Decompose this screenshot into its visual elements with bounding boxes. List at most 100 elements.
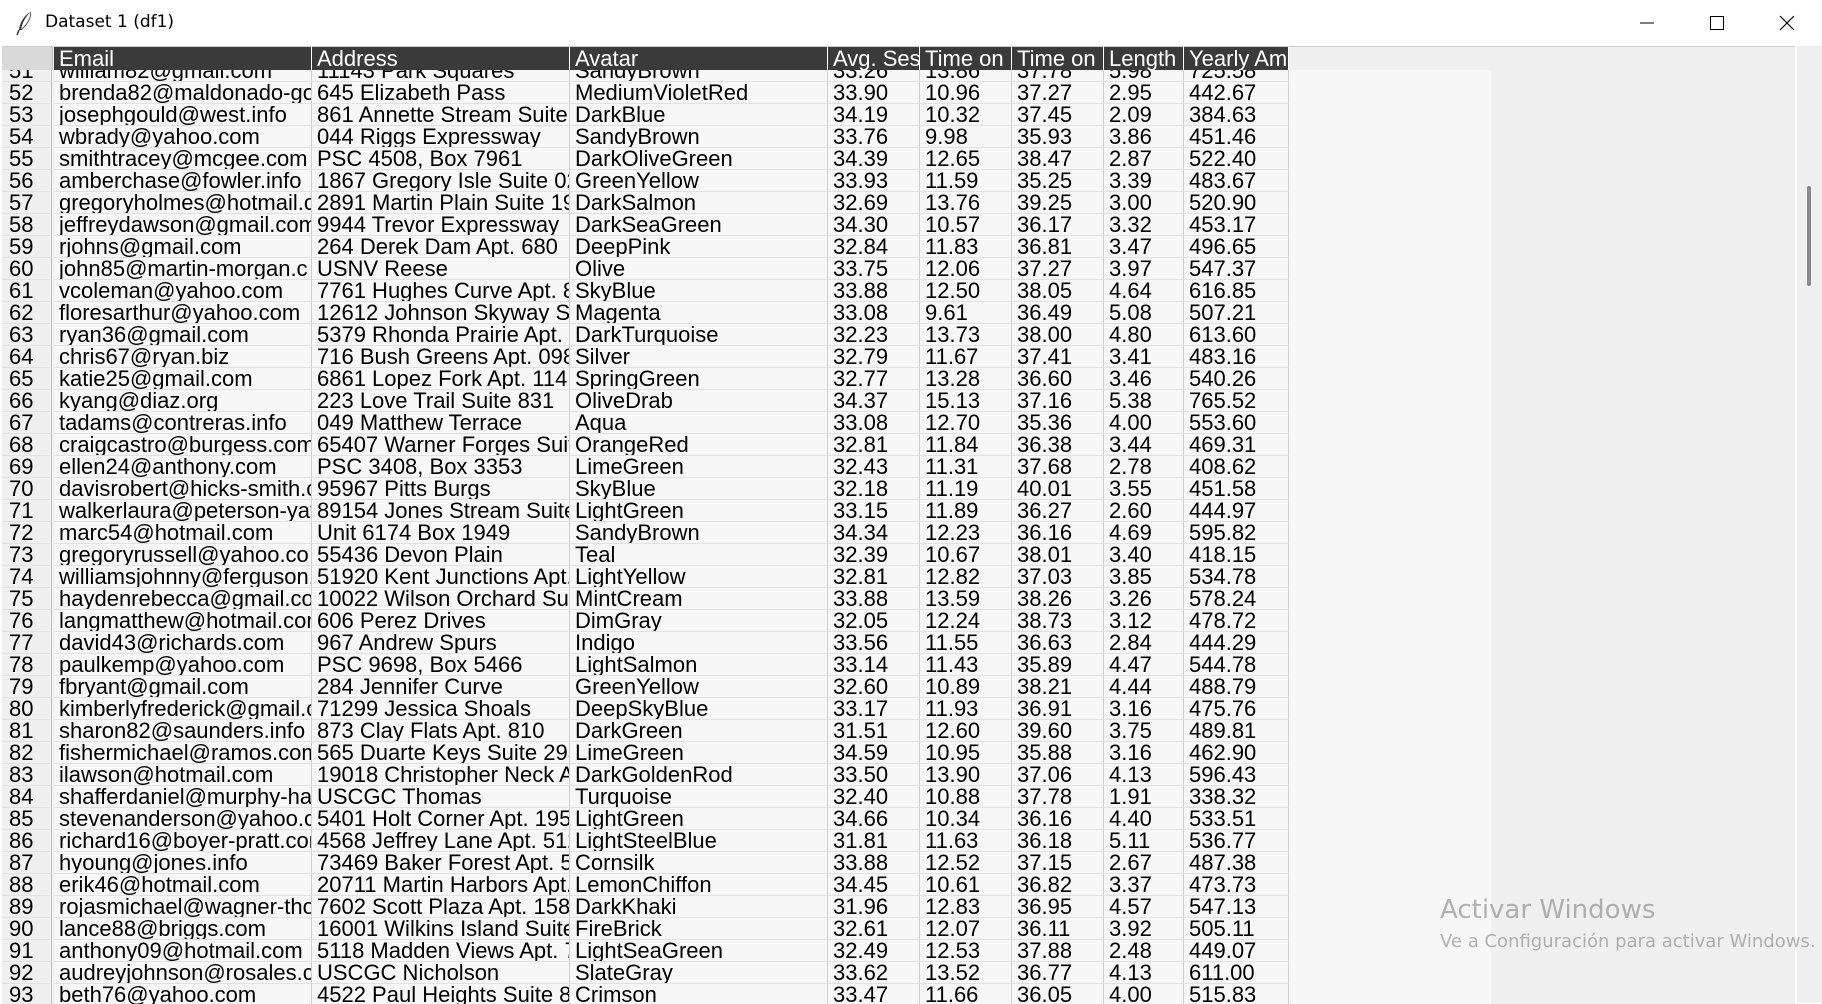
table-cell[interactable]: 3.32 bbox=[1104, 214, 1184, 236]
row-index[interactable]: 62 bbox=[2, 302, 52, 324]
table-cell[interactable]: 284 Jennifer Curve bbox=[312, 676, 570, 698]
table-cell[interactable]: 4.40 bbox=[1104, 808, 1184, 830]
table-cell[interactable]: 35.88 bbox=[1012, 742, 1104, 764]
row-index[interactable]: 92 bbox=[2, 962, 52, 984]
table-cell[interactable]: 1.91 bbox=[1104, 786, 1184, 808]
table-cell[interactable]: MintCream bbox=[570, 588, 828, 610]
table-cell[interactable]: 20711 Martin Harbors Apt. bbox=[312, 874, 570, 896]
table-cell[interactable]: 12612 Johnson Skyway Sui bbox=[312, 302, 570, 324]
row-index[interactable]: 54 bbox=[2, 126, 52, 148]
table-cell[interactable]: Cornsilk bbox=[570, 852, 828, 874]
row-index-column[interactable]: 51 52 53 54 55 56 57 58 59 60 61 62 63 64 65 66 67 68 69 70… bbox=[2, 70, 52, 1004]
row-index[interactable]: 88 bbox=[2, 874, 52, 896]
table-cell[interactable]: 13.90 bbox=[920, 764, 1012, 786]
table-cell[interactable]: LightSeaGreen bbox=[570, 940, 828, 962]
table-row[interactable]: john85@martin-morgan.c USNV Reese Olive 33.… bbox=[54, 258, 1289, 280]
table-cell[interactable]: 873 Clay Flats Apt. 810 bbox=[312, 720, 570, 742]
table-cell[interactable]: chris67@ryan.biz bbox=[54, 346, 312, 368]
table-cell[interactable]: walkerlaura@peterson-yat bbox=[54, 500, 312, 522]
table-cell[interactable]: wbrady@yahoo.com bbox=[54, 126, 312, 148]
table-cell[interactable]: 10.96 bbox=[920, 82, 1012, 104]
table-cell[interactable]: 15.13 bbox=[920, 390, 1012, 412]
table-cell[interactable]: LimeGreen bbox=[570, 742, 828, 764]
table-cell[interactable]: 55436 Devon Plain bbox=[312, 544, 570, 566]
table-cell[interactable]: SandyBrown bbox=[570, 70, 828, 82]
table-cell[interactable]: 12.23 bbox=[920, 522, 1012, 544]
table-cell[interactable]: 616.85 bbox=[1184, 280, 1289, 302]
table-cell[interactable]: 10.67 bbox=[920, 544, 1012, 566]
table-cell[interactable]: 12.70 bbox=[920, 412, 1012, 434]
table-cell[interactable]: PSC 3408, Box 3353 bbox=[312, 456, 570, 478]
table-cell[interactable]: 31.51 bbox=[828, 720, 920, 742]
table-cell[interactable]: 33.15 bbox=[828, 500, 920, 522]
table-cell[interactable]: 12.82 bbox=[920, 566, 1012, 588]
table-row[interactable]: gregoryholmes@hotmail.c 2891 Martin Plain… bbox=[54, 192, 1289, 214]
table-cell[interactable]: Magenta bbox=[570, 302, 828, 324]
table-row[interactable]: fishermichael@ramos.com 565 Duarte Keys S… bbox=[54, 742, 1289, 764]
table-cell[interactable]: 31.96 bbox=[828, 896, 920, 918]
table-cell[interactable]: 4.47 bbox=[1104, 654, 1184, 676]
table-cell[interactable]: 11.19 bbox=[920, 478, 1012, 500]
table-cell[interactable]: 11.43 bbox=[920, 654, 1012, 676]
table-cell[interactable]: 73469 Baker Forest Apt. 5 bbox=[312, 852, 570, 874]
table-cell[interactable]: 11.55 bbox=[920, 632, 1012, 654]
table-cell[interactable]: 3.40 bbox=[1104, 544, 1184, 566]
table-row[interactable]: marc54@hotmail.com Unit 6174 Box 1949 Sand… bbox=[54, 522, 1289, 544]
table-cell[interactable]: 12.06 bbox=[920, 258, 1012, 280]
table-cell[interactable]: 533.51 bbox=[1184, 808, 1289, 830]
table-cell[interactable]: langmatthew@hotmail.com bbox=[54, 610, 312, 632]
table-cell[interactable]: 967 Andrew Spurs bbox=[312, 632, 570, 654]
table-cell[interactable]: 3.12 bbox=[1104, 610, 1184, 632]
table-cell[interactable]: gregoryrussell@yahoo.co bbox=[54, 544, 312, 566]
table-cell[interactable]: 36.16 bbox=[1012, 808, 1104, 830]
table-cell[interactable]: MediumVioletRed bbox=[570, 82, 828, 104]
table-cell[interactable]: 536.77 bbox=[1184, 830, 1289, 852]
table-cell[interactable]: 469.31 bbox=[1184, 434, 1289, 456]
table-cell[interactable]: 36.16 bbox=[1012, 522, 1104, 544]
table-cell[interactable]: 36.81 bbox=[1012, 236, 1104, 258]
table-cell[interactable]: 3.16 bbox=[1104, 698, 1184, 720]
table-cell[interactable]: 264 Derek Dam Apt. 680 bbox=[312, 236, 570, 258]
table-cell[interactable]: 565 Duarte Keys Suite 293 bbox=[312, 742, 570, 764]
table-cell[interactable]: 3.92 bbox=[1104, 918, 1184, 940]
table-cell[interactable]: Crimson bbox=[570, 984, 828, 1004]
table-row[interactable]: vcoleman@yahoo.com 7761 Hughes Curve Apt.… bbox=[54, 280, 1289, 302]
table-row[interactable]: chris67@ryan.biz 716 Bush Greens Apt. 098… bbox=[54, 346, 1289, 368]
table-cell[interactable]: brenda82@maldonado-gonz bbox=[54, 82, 312, 104]
table-cell[interactable]: stevenanderson@yahoo.c bbox=[54, 808, 312, 830]
table-cell[interactable]: 7761 Hughes Curve Apt. 8 bbox=[312, 280, 570, 302]
table-cell[interactable]: 51920 Kent Junctions Apt. bbox=[312, 566, 570, 588]
table-cell[interactable]: 3.75 bbox=[1104, 720, 1184, 742]
table-cell[interactable]: 5118 Madden Views Apt. 7 bbox=[312, 940, 570, 962]
column-header[interactable]: Avatar bbox=[570, 47, 828, 70]
table-row[interactable]: ellen24@anthony.com PSC 3408, Box 3353 Lim… bbox=[54, 456, 1289, 478]
table-cell[interactable]: fishermichael@ramos.com bbox=[54, 742, 312, 764]
table-cell[interactable]: 40.01 bbox=[1012, 478, 1104, 500]
table-cell[interactable]: rojasmichael@wagner-tho bbox=[54, 896, 312, 918]
table-cell[interactable]: 2.78 bbox=[1104, 456, 1184, 478]
table-cell[interactable]: lance88@briggs.com bbox=[54, 918, 312, 940]
table-cell[interactable]: 32.77 bbox=[828, 368, 920, 390]
table-cell[interactable]: marc54@hotmail.com bbox=[54, 522, 312, 544]
table-cell[interactable]: 11.66 bbox=[920, 984, 1012, 1004]
column-header[interactable]: Yearly Am bbox=[1184, 47, 1289, 70]
table-corner[interactable] bbox=[2, 47, 53, 70]
table-cell[interactable]: SkyBlue bbox=[570, 280, 828, 302]
table-cell[interactable]: PSC 9698, Box 5466 bbox=[312, 654, 570, 676]
table-cell[interactable]: 33.26 bbox=[828, 70, 920, 82]
table-cell[interactable]: 16001 Wilkins Island Suite bbox=[312, 918, 570, 940]
table-cell[interactable]: DeepSkyBlue bbox=[570, 698, 828, 720]
table-cell[interactable]: LightGreen bbox=[570, 808, 828, 830]
table-cell[interactable]: 36.38 bbox=[1012, 434, 1104, 456]
table-cell[interactable]: 547.13 bbox=[1184, 896, 1289, 918]
table-cell[interactable]: josephgould@west.info bbox=[54, 104, 312, 126]
table-row[interactable]: wbrady@yahoo.com 044 Riggs Expressway Sand… bbox=[54, 126, 1289, 148]
table-cell[interactable]: 35.93 bbox=[1012, 126, 1104, 148]
table-cell[interactable]: 38.21 bbox=[1012, 676, 1104, 698]
table-cell[interactable]: 32.43 bbox=[828, 456, 920, 478]
table-row[interactable]: haydenrebecca@gmail.co 10022 Wilson Orcha… bbox=[54, 588, 1289, 610]
title-bar[interactable]: Dataset 1 (df1) bbox=[0, 0, 1822, 46]
table-cell[interactable]: 11.84 bbox=[920, 434, 1012, 456]
table-cell[interactable]: davisrobert@hicks-smith.c bbox=[54, 478, 312, 500]
table-cell[interactable]: 3.86 bbox=[1104, 126, 1184, 148]
